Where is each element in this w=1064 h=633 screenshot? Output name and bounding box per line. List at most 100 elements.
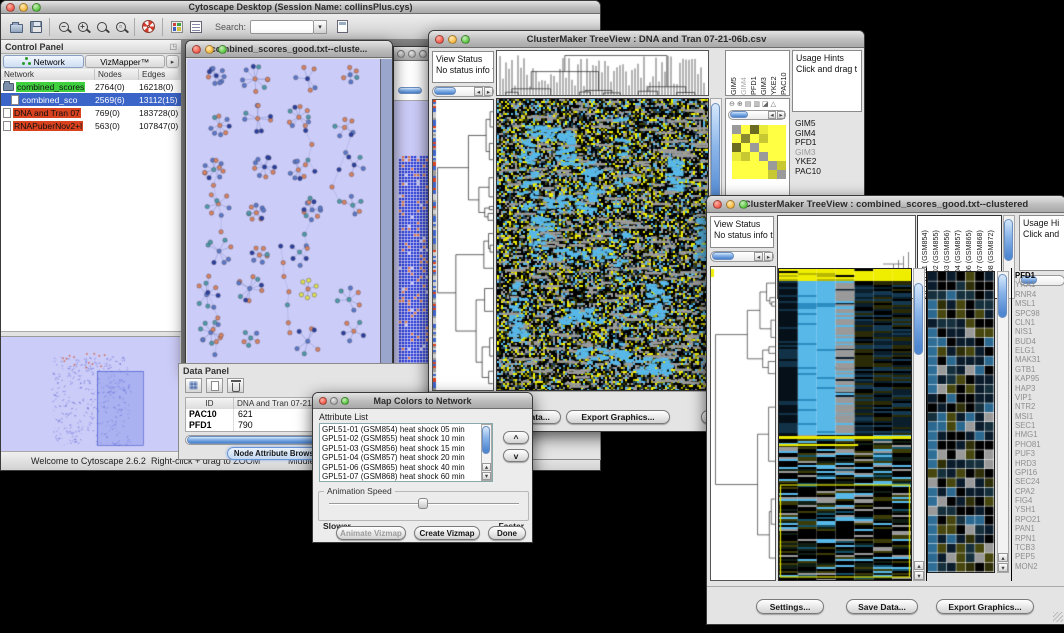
matrix-cell[interactable] bbox=[759, 152, 768, 161]
scroll-left-button[interactable]: ◂ bbox=[474, 87, 483, 96]
matrix-cell[interactable] bbox=[732, 143, 741, 152]
zoom-vscrollbar[interactable]: ▴ ▾ bbox=[997, 271, 1009, 573]
close-icon[interactable] bbox=[713, 200, 722, 209]
gene-list-item[interactable]: RPN1 bbox=[1015, 534, 1041, 543]
minimize-icon[interactable] bbox=[330, 397, 338, 405]
zoom-tool-icon[interactable]: ▤ bbox=[745, 100, 752, 108]
close-icon[interactable] bbox=[397, 50, 405, 58]
matrix-cell[interactable] bbox=[741, 134, 750, 143]
gene-list-item[interactable]: SPC98 bbox=[1015, 309, 1041, 318]
gene-list-item[interactable]: GTB1 bbox=[1015, 365, 1041, 374]
gene-list-item[interactable]: PHO81 bbox=[1015, 440, 1041, 449]
similarity-matrix[interactable] bbox=[732, 125, 786, 179]
annotation-button[interactable] bbox=[186, 17, 205, 36]
matrix-cell[interactable] bbox=[741, 125, 750, 134]
dialog-titlebar[interactable]: Map Colors to Network bbox=[313, 393, 532, 409]
heatmap-vscrollbar[interactable]: ▴ ▾ bbox=[913, 268, 925, 581]
gene-list-item[interactable]: NIS1 bbox=[1015, 327, 1041, 336]
gene-list-item[interactable]: BUD4 bbox=[1015, 337, 1041, 346]
delete-attribute-button[interactable] bbox=[227, 378, 244, 393]
matrix-cell[interactable] bbox=[741, 170, 750, 179]
scroll-down-button[interactable]: ▾ bbox=[998, 563, 1008, 572]
matrix-cell[interactable] bbox=[777, 125, 786, 134]
gene-list-item[interactable]: KAP95 bbox=[1015, 374, 1041, 383]
scrollbar-thumb[interactable] bbox=[914, 283, 923, 355]
matrix-cell[interactable] bbox=[759, 134, 768, 143]
matrix-cell[interactable] bbox=[768, 161, 777, 170]
zoom-tool-icon[interactable]: △ bbox=[771, 100, 776, 108]
matrix-cell[interactable] bbox=[759, 143, 768, 152]
zoom-window-icon[interactable] bbox=[419, 50, 427, 58]
gene-list-item[interactable]: GPI16 bbox=[1015, 468, 1041, 477]
search-dropdown-button[interactable]: ▾ bbox=[314, 20, 327, 34]
export-graphics-button[interactable]: Export Graphics... bbox=[566, 410, 670, 424]
gene-list-item[interactable]: HAP3 bbox=[1015, 384, 1041, 393]
scroll-left-button[interactable]: ◂ bbox=[768, 111, 776, 119]
vizmapper-button[interactable] bbox=[167, 17, 186, 36]
create-vizmap-button[interactable]: Create Vizmap bbox=[414, 526, 480, 540]
resize-grip[interactable] bbox=[1053, 612, 1063, 622]
scroll-up-button[interactable]: ▴ bbox=[914, 561, 924, 570]
speed-slider-thumb[interactable] bbox=[418, 498, 428, 509]
matrix-cell[interactable] bbox=[777, 170, 786, 179]
new-attribute-button[interactable] bbox=[206, 378, 223, 393]
move-down-button[interactable]: v bbox=[503, 449, 529, 462]
scrollbar-thumb[interactable] bbox=[998, 274, 1007, 318]
view-status-hscrollbar[interactable]: ◂ ▸ bbox=[710, 251, 774, 262]
gene-list-item[interactable]: YRA1 bbox=[1015, 280, 1041, 289]
help-button[interactable] bbox=[139, 17, 158, 36]
column-label[interactable]: GIM5 bbox=[729, 51, 739, 95]
matrix-cell[interactable] bbox=[750, 134, 759, 143]
heatmap-canvas[interactable] bbox=[779, 269, 911, 580]
matrix-cell[interactable] bbox=[750, 161, 759, 170]
matrix-cell[interactable] bbox=[777, 134, 786, 143]
zoom-tool-icon[interactable]: ⊖ bbox=[729, 100, 735, 108]
tab-overflow-button[interactable]: ▸ bbox=[166, 55, 179, 68]
matrix-cell[interactable] bbox=[768, 134, 777, 143]
zoom-hscrollbar[interactable]: ◂ ▸ bbox=[728, 110, 786, 120]
matrix-cell[interactable] bbox=[777, 161, 786, 170]
matrix-cell[interactable] bbox=[732, 152, 741, 161]
matrix-cell[interactable] bbox=[732, 170, 741, 179]
gene-list-item[interactable]: NTR2 bbox=[1015, 402, 1041, 411]
matrix-cell[interactable] bbox=[741, 143, 750, 152]
gene-list-item[interactable]: MON2 bbox=[1015, 562, 1041, 571]
close-icon[interactable] bbox=[192, 45, 201, 54]
zoom-in-button[interactable]: + bbox=[73, 17, 92, 36]
gene-list-item[interactable]: PUF3 bbox=[1015, 449, 1041, 458]
matrix-cell[interactable] bbox=[777, 152, 786, 161]
save-session-button[interactable] bbox=[26, 17, 45, 36]
minimize-icon[interactable] bbox=[205, 45, 214, 54]
tab-vizmapper[interactable]: VizMapper™ bbox=[85, 55, 166, 68]
scroll-up-button[interactable]: ▴ bbox=[998, 553, 1008, 562]
zoom-tool-icon[interactable]: ▥ bbox=[753, 100, 760, 108]
gene-list-item[interactable]: MSL1 bbox=[1015, 299, 1041, 308]
gene-list-item[interactable]: VIP1 bbox=[1015, 393, 1041, 402]
matrix-cell[interactable] bbox=[732, 134, 741, 143]
main-titlebar[interactable]: Cytoscape Desktop (Session Name: collins… bbox=[1, 1, 600, 14]
matrix-cell[interactable] bbox=[768, 125, 777, 134]
scrollbar-thumb[interactable] bbox=[398, 87, 422, 94]
column-label[interactable]: PAC10 bbox=[779, 51, 789, 95]
zoom-window-icon[interactable] bbox=[341, 397, 349, 405]
matrix-cell[interactable] bbox=[750, 170, 759, 179]
matrix-cell[interactable] bbox=[741, 152, 750, 161]
treeview2-titlebar[interactable]: ClusterMaker TreeView : combined_scores_… bbox=[707, 196, 1064, 213]
gene-list-item[interactable]: PEP5 bbox=[1015, 552, 1041, 561]
treeview1-titlebar[interactable]: ClusterMaker TreeView : DNA and Tran 07-… bbox=[429, 31, 864, 48]
scroll-down-button[interactable]: ▾ bbox=[914, 571, 924, 580]
scroll-up-button[interactable]: ▴ bbox=[482, 463, 491, 471]
export-graphics-button[interactable]: Export Graphics... bbox=[936, 599, 1034, 614]
animate-vizmap-button[interactable]: Animate Vizmap bbox=[336, 526, 406, 540]
zoom-heatmap-canvas[interactable] bbox=[928, 272, 994, 572]
close-icon[interactable] bbox=[319, 397, 327, 405]
attribute-list-item[interactable]: GPL51-06 (GSM865) heat shock 40 min bbox=[320, 463, 492, 472]
gene-list-item[interactable]: SEC1 bbox=[1015, 421, 1041, 430]
float-panel-icon[interactable]: ◳ bbox=[169, 42, 177, 51]
gene-list-item[interactable]: RPO21 bbox=[1015, 515, 1041, 524]
move-up-button[interactable]: ^ bbox=[503, 431, 529, 444]
network-list-row[interactable]: RNAPuberNov2+l563(0)107847(0) bbox=[1, 119, 181, 132]
network-list-row[interactable]: combined_scores2764(0)16218(0) bbox=[1, 80, 181, 93]
network-graph-canvas[interactable] bbox=[187, 59, 381, 370]
done-button[interactable]: Done bbox=[488, 526, 526, 540]
